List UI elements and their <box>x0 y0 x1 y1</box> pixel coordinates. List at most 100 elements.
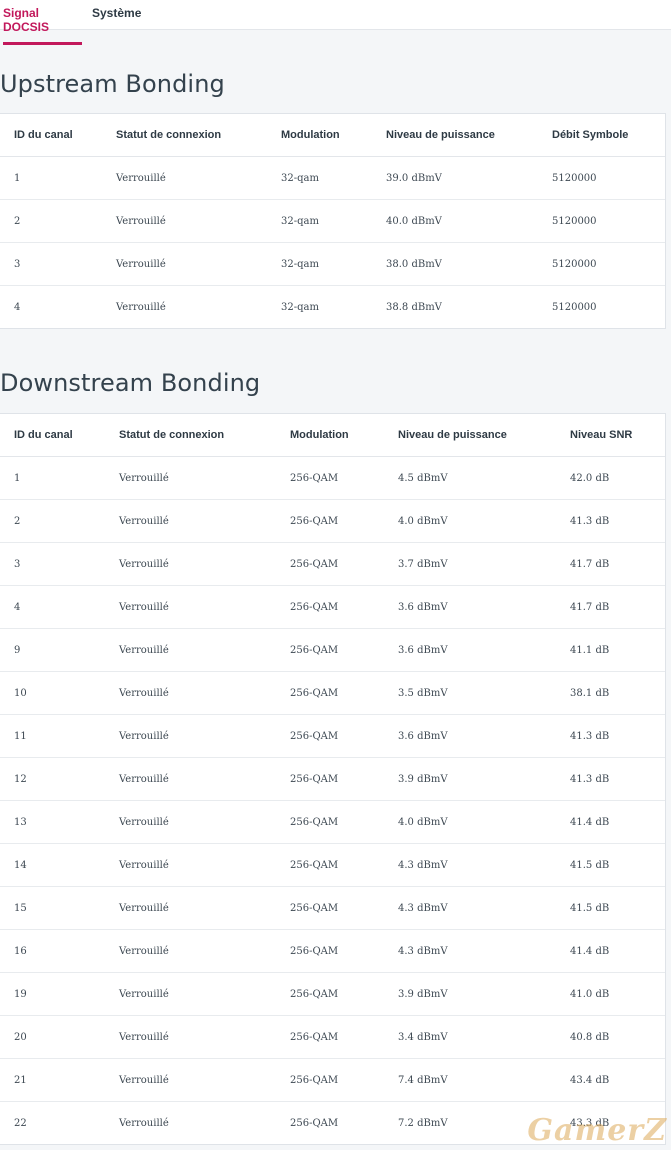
table-cell: 7.2 dBmV <box>398 1117 448 1129</box>
downstream-header-row: ID du canal Statut de connexion Modulati… <box>0 414 665 457</box>
table-cell: 41.5 dB <box>570 886 665 930</box>
upstream-col-header: Modulation <box>281 114 386 157</box>
table-cell: Verrouillé <box>119 628 290 672</box>
table-cell: 40.8 dB <box>570 1015 665 1059</box>
table-row: 9 Verrouillé 256-QAM 3.6 dBmV 41.1 dB <box>0 628 665 672</box>
table-cell: 256-QAM <box>290 972 398 1016</box>
upstream-table-card: ID du canal Statut de connexion Modulati… <box>0 113 666 329</box>
table-row: 1 Verrouillé 32-qam 39.0 dBmV 5120000 <box>0 156 665 200</box>
table-cell: 41.1 dB <box>570 628 665 672</box>
table-cell: 3.9 dBmV <box>398 757 570 801</box>
tab-signal-docsis[interactable]: Signal DOCSIS <box>3 6 82 45</box>
table-cell: 4 <box>14 301 21 313</box>
table-cell: 256-QAM <box>290 843 398 887</box>
table-cell: 16 <box>0 929 119 973</box>
table-cell: 3.4 dBmV <box>398 1015 570 1059</box>
table-cell: 3.5 dBmV <box>398 671 570 715</box>
table-cell: 256-QAM <box>290 886 398 930</box>
table-cell: Verrouillé <box>119 714 290 758</box>
downstream-table: ID du canal Statut de connexion Modulati… <box>0 414 665 1144</box>
table-cell: 41.3 dB <box>570 714 665 758</box>
table-cell: 3 <box>0 242 116 286</box>
table-cell: 43.3 dB <box>570 1117 610 1129</box>
table-cell: 38.0 dBmV <box>386 242 552 286</box>
table-cell: 5120000 <box>552 156 665 200</box>
table-cell: Verrouillé <box>119 843 290 887</box>
table-row: 12 Verrouillé 256-QAM 3.9 dBmV 41.3 dB <box>0 757 665 801</box>
table-cell: 41.0 dB <box>570 972 665 1016</box>
table-cell: 256-QAM <box>290 456 398 500</box>
table-cell: 20 <box>0 1015 119 1059</box>
table-row: 19 Verrouillé 256-QAM 3.9 dBmV 41.0 dB <box>0 972 665 1016</box>
table-cell: Verrouillé <box>119 499 290 543</box>
table-cell: 41.5 dB <box>570 843 665 887</box>
upstream-table-body: 1 Verrouillé 32-qam 39.0 dBmV 5120000 2 Verrou… <box>0 156 665 329</box>
upstream-header-row: ID du canal Statut de connexion Modulati… <box>0 114 665 157</box>
table-cell: 5120000 <box>552 301 597 313</box>
downstream-title: Downstream Bonding <box>0 369 261 397</box>
table-row: 20 Verrouillé 256-QAM 3.4 dBmV 40.8 dB <box>0 1015 665 1059</box>
table-cell: Verrouillé <box>119 757 290 801</box>
table-cell: 2 <box>0 499 119 543</box>
table-cell: Verrouillé <box>119 800 290 844</box>
table-cell: Verrouillé <box>119 972 290 1016</box>
table-cell: 41.4 dB <box>570 929 665 973</box>
table-row: 2 Verrouillé 32-qam 40.0 dBmV 5120000 <box>0 199 665 243</box>
table-cell: 4.0 dBmV <box>398 800 570 844</box>
table-row: 13 Verrouillé 256-QAM 4.0 dBmV 41.4 dB <box>0 800 665 844</box>
table-cell: 41.7 dB <box>570 542 665 586</box>
tab-systeme[interactable]: Système <box>92 6 141 20</box>
downstream-table-card: ID du canal Statut de connexion Modulati… <box>0 413 666 1145</box>
table-row: 21 Verrouillé 256-QAM 7.4 dBmV 43.4 dB <box>0 1058 665 1102</box>
table-cell: 40.0 dBmV <box>386 199 552 243</box>
table-cell: 7.4 dBmV <box>398 1058 570 1102</box>
downstream-col-header: ID du canal <box>0 414 119 457</box>
table-cell: 32-qam <box>281 301 319 313</box>
table-cell: 5120000 <box>552 242 665 286</box>
upstream-col-header: Débit Symbole <box>552 114 665 157</box>
table-cell: Verrouillé <box>116 199 281 243</box>
table-cell: 15 <box>0 886 119 930</box>
table-cell: 5120000 <box>552 199 665 243</box>
upstream-col-header: Niveau de puissance <box>386 114 552 157</box>
table-cell: 32-qam <box>281 156 386 200</box>
upstream-col-header: Statut de connexion <box>116 114 281 157</box>
table-cell: 21 <box>0 1058 119 1102</box>
table-cell: 41.3 dB <box>570 757 665 801</box>
table-cell: Verrouillé <box>119 1117 169 1129</box>
table-cell: 4 <box>0 585 119 629</box>
table-cell: 256-QAM <box>290 800 398 844</box>
table-cell: 3.6 dBmV <box>398 628 570 672</box>
table-cell: 11 <box>0 714 119 758</box>
upstream-title: Upstream Bonding <box>0 70 225 98</box>
table-cell: 256-QAM <box>290 757 398 801</box>
table-row: 10 Verrouillé 256-QAM 3.5 dBmV 38.1 dB <box>0 671 665 715</box>
table-cell: 32-qam <box>281 199 386 243</box>
table-cell: Verrouillé <box>119 929 290 973</box>
downstream-col-header: Niveau de puissance <box>398 414 570 457</box>
table-cell: 22 <box>14 1117 27 1129</box>
downstream-col-header: Modulation <box>290 414 398 457</box>
table-cell: 41.7 dB <box>570 585 665 629</box>
tab-bar: Signal DOCSIS Système <box>0 0 671 45</box>
table-cell: 256-QAM <box>290 1117 339 1129</box>
table-cell: Verrouillé <box>119 542 290 586</box>
table-cell: 3.6 dBmV <box>398 714 570 758</box>
table-row: 1 Verrouillé 256-QAM 4.5 dBmV 42.0 dB <box>0 456 665 500</box>
table-cell: 4.3 dBmV <box>398 843 570 887</box>
table-cell: 41.4 dB <box>570 800 665 844</box>
table-cell: 3.7 dBmV <box>398 542 570 586</box>
downstream-col-header: Niveau SNR <box>570 414 665 457</box>
table-cell: 41.3 dB <box>570 499 665 543</box>
table-row: 3 Verrouillé 256-QAM 3.7 dBmV 41.7 dB <box>0 542 665 586</box>
table-cell: 19 <box>0 972 119 1016</box>
table-cell: 38.8 dBmV <box>386 301 442 313</box>
table-cell: 2 <box>0 199 116 243</box>
table-cell: 9 <box>0 628 119 672</box>
table-row: 16 Verrouillé 256-QAM 4.3 dBmV 41.4 dB <box>0 929 665 973</box>
table-row: 2 Verrouillé 256-QAM 4.0 dBmV 41.3 dB <box>0 499 665 543</box>
table-row: 4 Verrouillé 256-QAM 3.6 dBmV 41.7 dB <box>0 585 665 629</box>
table-row: 11 Verrouillé 256-QAM 3.6 dBmV 41.3 dB <box>0 714 665 758</box>
table-row: 14 Verrouillé 256-QAM 4.3 dBmV 41.5 dB <box>0 843 665 887</box>
table-cell: 42.0 dB <box>570 456 665 500</box>
